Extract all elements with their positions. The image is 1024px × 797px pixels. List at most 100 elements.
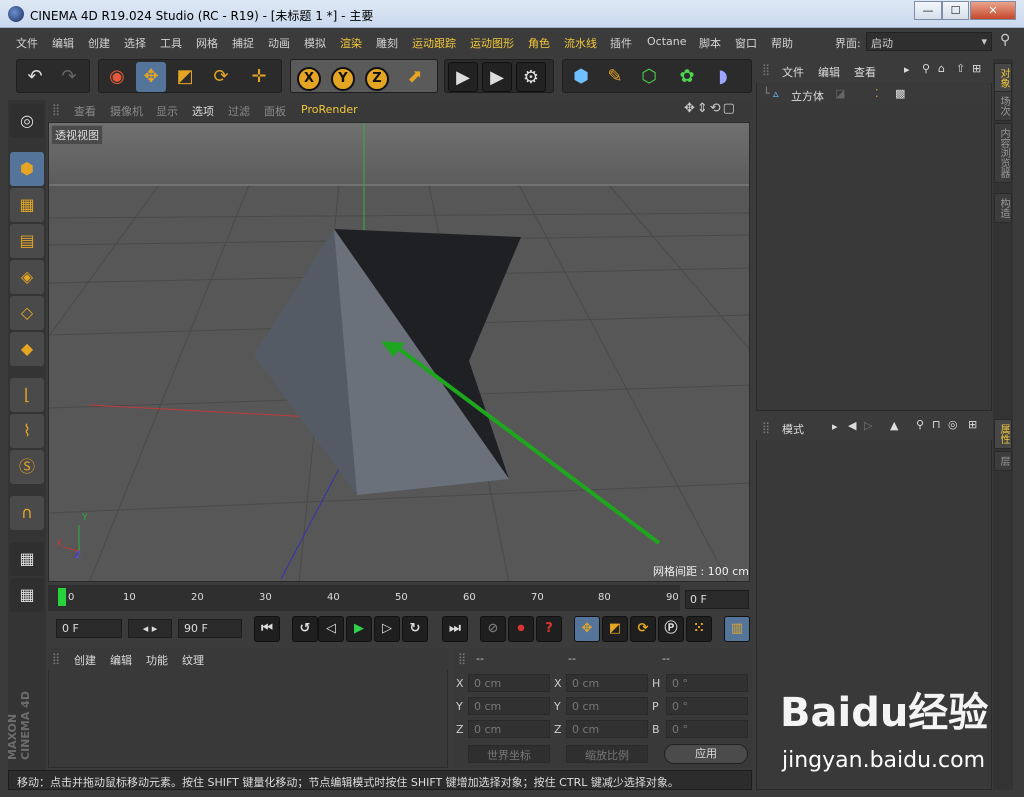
object-manager[interactable] [756, 59, 992, 411]
object-name[interactable]: 立方体 [791, 88, 824, 104]
tweak-mode-icon[interactable]: ⌇ [10, 414, 44, 448]
menu-sculpt[interactable]: 雕刻 [376, 35, 398, 51]
tab-structure[interactable]: 构造 [994, 193, 1012, 223]
rotation-b-field[interactable]: 0 ° [666, 720, 748, 738]
viewport-menu-prorender[interactable]: ProRender [301, 103, 358, 116]
object-row-cube[interactable]: └ ▵ 立方体 ◪ ⁚ ▩ [757, 85, 991, 104]
close-button[interactable]: ✕ [970, 1, 1016, 20]
material-menu-texture[interactable]: 纹理 [182, 652, 204, 668]
target-icon[interactable]: ◎ [948, 418, 958, 431]
key-rotation-icon[interactable]: ⟳ [630, 616, 656, 642]
position-z-field[interactable]: 0 cm [468, 720, 550, 738]
key-points-icon[interactable]: ⁙ [686, 616, 712, 642]
menu-file[interactable]: 文件 [16, 35, 38, 51]
viewport-menu-options[interactable]: 选项 [192, 103, 214, 119]
expand-arrow-icon[interactable]: ▸ [832, 420, 838, 433]
key-parameter-icon[interactable]: Ⓟ [658, 616, 684, 642]
viewport-menu-camera[interactable]: 摄像机 [110, 103, 143, 119]
recent-tool-icon[interactable]: ✛ [244, 62, 274, 92]
attribute-menu-mode[interactable]: 模式 [782, 421, 804, 437]
menu-window[interactable]: 窗口 [735, 35, 757, 51]
object-menu-edit[interactable]: 编辑 [818, 64, 840, 80]
tab-attributes[interactable]: 属性 [994, 419, 1012, 449]
render-settings-icon[interactable]: ⚙ [516, 62, 546, 92]
live-select-icon[interactable]: ◉ [102, 62, 132, 92]
viewport-menu-view[interactable]: 查看 [74, 103, 96, 119]
axis-mode-icon[interactable]: ⌊ [10, 378, 44, 412]
search-icon[interactable]: ⚲ [922, 62, 930, 75]
search-icon[interactable]: ⚲ [916, 418, 924, 431]
menu-tools[interactable]: 工具 [160, 35, 182, 51]
menu-help[interactable]: 帮助 [771, 35, 793, 51]
start-frame-field[interactable]: 0 F [56, 619, 122, 638]
menu-animate[interactable]: 动画 [268, 35, 290, 51]
play-icon[interactable]: ▶ [346, 616, 372, 642]
prev-key-icon[interactable]: ↺ [292, 616, 318, 642]
keyframe-help-icon[interactable]: ? [536, 616, 562, 642]
workplane-lock-icon[interactable]: ▦ [10, 542, 44, 576]
current-frame-field[interactable]: 0 F [685, 590, 749, 609]
rotate-tool-icon[interactable]: ⟳ [206, 62, 236, 92]
render-to-picture-viewer-icon[interactable]: ▶ [482, 62, 512, 92]
menu-pipeline[interactable]: 流水线 [564, 35, 597, 51]
viewport-name-label[interactable]: 透视视图 [51, 125, 103, 145]
menu-edit[interactable]: 编辑 [52, 35, 74, 51]
scale-ratio-select[interactable]: 缩放比例 [566, 745, 648, 763]
up-icon[interactable]: ⇧ [956, 62, 965, 75]
goto-start-icon[interactable]: ⏮ [254, 616, 280, 642]
search-icon[interactable]: ⚲ [1000, 32, 1010, 48]
menu-motion-tracking[interactable]: 运动跟踪 [412, 35, 456, 51]
workplane-refresh-icon[interactable]: ▦ [10, 578, 44, 612]
rotation-p-field[interactable]: 0 ° [666, 697, 748, 715]
rotation-h-field[interactable]: 0 ° [666, 674, 748, 692]
world-coords-select[interactable]: 世界坐标 [468, 745, 550, 763]
deformer-icon[interactable]: ◗ [708, 62, 738, 92]
apply-button[interactable]: 应用 [664, 744, 748, 764]
record-icon[interactable]: ⊘ [480, 616, 506, 642]
tab-objects[interactable]: 对象 [994, 63, 1012, 93]
playhead-marker[interactable] [58, 588, 66, 606]
layout-select[interactable]: 启动 ▾ [866, 32, 992, 51]
forward-arrow-icon[interactable]: ▷ [864, 419, 872, 432]
size-x-field[interactable]: 0 cm [566, 674, 648, 692]
material-tag-icon[interactable]: ▩ [895, 87, 905, 100]
object-menu-view[interactable]: 查看 [854, 64, 876, 80]
solo-mode-icon[interactable]: Ⓢ [10, 450, 44, 484]
z-axis-lock-icon[interactable]: Z [362, 62, 392, 92]
workplane-mode-icon[interactable]: ▤ [10, 224, 44, 258]
points-mode-icon[interactable]: ◈ [10, 260, 44, 294]
viewport-menu-display[interactable]: 显示 [156, 103, 178, 119]
menu-character[interactable]: 角色 [528, 35, 550, 51]
menu-create[interactable]: 创建 [88, 35, 110, 51]
lock-icon[interactable]: ⊓ [932, 418, 941, 431]
back-arrow-icon[interactable]: ◀ [848, 419, 856, 432]
new-window-icon[interactable]: ⊞ [972, 62, 981, 75]
material-menu-function[interactable]: 功能 [146, 652, 168, 668]
visibility-toggle-icon[interactable]: ◪ [835, 87, 845, 100]
texture-mode-icon[interactable]: ▦ [10, 188, 44, 222]
menu-simulate[interactable]: 模拟 [304, 35, 326, 51]
attribute-manager[interactable] [756, 415, 992, 790]
object-menu-file[interactable]: 文件 [782, 64, 804, 80]
menu-mograph[interactable]: 运动图形 [470, 35, 514, 51]
tab-content-browser[interactable]: 内容浏览器 [994, 123, 1012, 183]
range-slider[interactable]: ◂ ▸ [128, 619, 172, 638]
next-frame-icon[interactable]: ▷ [374, 616, 400, 642]
menu-octane[interactable]: Octane [647, 35, 687, 48]
end-frame-field[interactable]: 90 F [178, 619, 242, 638]
pen-icon[interactable]: ✎ [600, 62, 630, 92]
autokey-icon[interactable]: ⏺ [508, 616, 534, 642]
next-key-icon[interactable]: ↻ [402, 616, 428, 642]
viewport-menu-filter[interactable]: 过滤 [228, 103, 250, 119]
menu-render[interactable]: 渲染 [340, 35, 362, 51]
prev-frame-icon[interactable]: ◁ [318, 616, 344, 642]
menu-select[interactable]: 选择 [124, 35, 146, 51]
key-scale-icon[interactable]: ◩ [602, 616, 628, 642]
polygons-mode-icon[interactable]: ◆ [10, 332, 44, 366]
timeline-ruler[interactable]: 0 10 20 30 40 50 60 70 80 90 [58, 588, 679, 608]
new-window-icon[interactable]: ⊞ [968, 418, 977, 431]
minimize-button[interactable]: — [914, 1, 942, 20]
move-tool-icon[interactable]: ✥ [136, 62, 166, 92]
make-editable-icon[interactable]: ◎ [10, 104, 44, 138]
x-axis-lock-icon[interactable]: X [294, 62, 324, 92]
